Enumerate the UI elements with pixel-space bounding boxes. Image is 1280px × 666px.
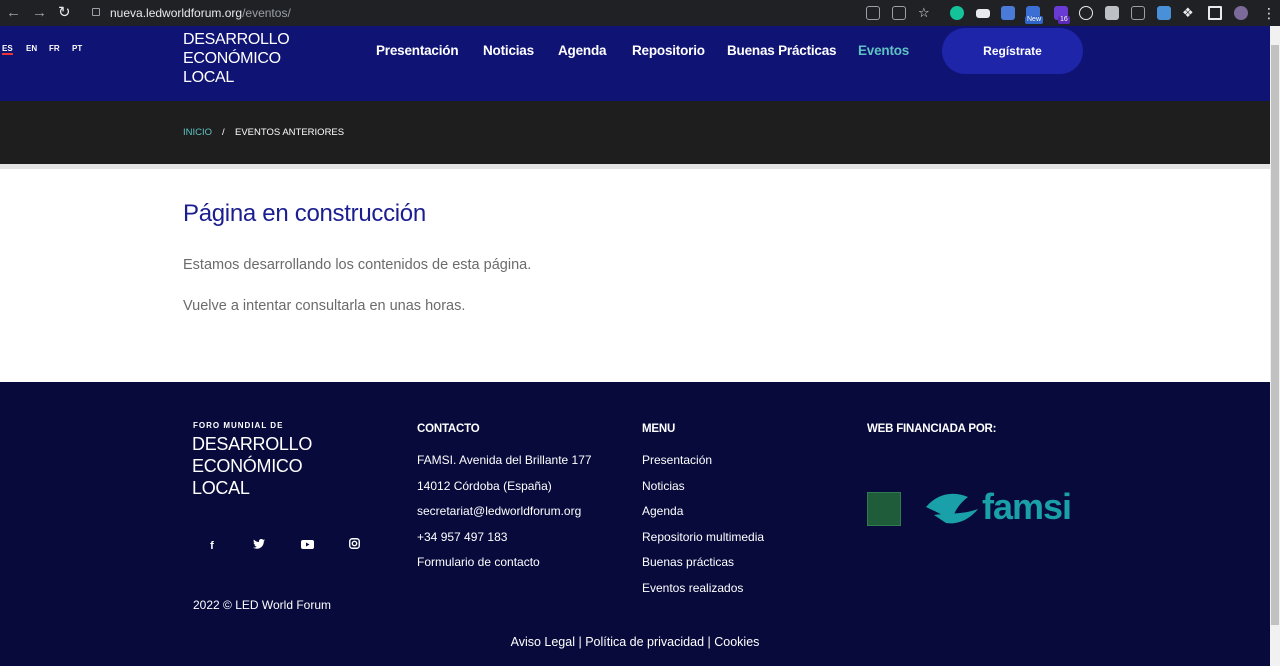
contact-heading: CONTACTO — [417, 423, 480, 435]
footer-logo[interactable]: DESARROLLO ECONÓMICO LOCAL — [192, 433, 312, 499]
legal-separator: | — [707, 635, 711, 649]
sidepanel-icon[interactable] — [1208, 6, 1222, 20]
funded-heading: WEB FINANCIADA POR: — [867, 423, 997, 435]
contact-phone[interactable]: +34 957 497 183 — [417, 530, 507, 544]
nav-repositorio[interactable]: Repositorio — [632, 43, 705, 58]
legal-link-aviso[interactable]: Aviso Legal — [511, 635, 575, 649]
address-bar[interactable]: nueva.ledworldforum.org/eventos/ — [110, 6, 291, 20]
grammarly-icon[interactable] — [950, 6, 964, 20]
facebook-icon[interactable]: f — [204, 538, 220, 554]
diputacion-sevilla-logo[interactable] — [867, 492, 901, 526]
lang-pt[interactable]: PT — [72, 44, 82, 53]
nav-agenda[interactable]: Agenda — [558, 43, 607, 58]
logo-line: LOCAL — [192, 478, 250, 498]
register-button[interactable]: Regístrate — [942, 28, 1083, 74]
divider — [0, 164, 1270, 169]
url-path: /eventos/ — [242, 6, 291, 20]
site-header: ES EN FR PT DESARROLLO ECONÓMICO LOCAL P… — [0, 26, 1270, 101]
legal-link-cookies[interactable]: Cookies — [714, 635, 759, 649]
breadcrumb: INICIO / EVENTOS ANTERIORES — [0, 101, 1270, 164]
reload-icon[interactable]: ↻ — [58, 4, 71, 22]
lang-en[interactable]: EN — [26, 44, 37, 53]
paragraph: Vuelve a intentar consultarla en unas ho… — [183, 298, 466, 314]
extension-icon[interactable] — [1157, 6, 1171, 20]
breadcrumb-current: EVENTOS ANTERIORES — [235, 127, 345, 138]
page-title: Página en construcción — [183, 200, 426, 227]
logo-line: ECONÓMICO — [192, 456, 303, 476]
legal-link-privacidad[interactable]: Política de privacidad — [585, 635, 704, 649]
breadcrumb-home[interactable]: INICIO — [183, 127, 212, 138]
footer-link-agenda[interactable]: Agenda — [642, 504, 683, 518]
logo-line: DESARROLLO — [183, 31, 290, 48]
legal-separator: | — [578, 635, 582, 649]
footer-link-presentacion[interactable]: Presentación — [642, 453, 712, 467]
contact-city: 14012 Córdoba (España) — [417, 479, 552, 493]
new-badge: New — [1025, 16, 1044, 24]
camera-icon[interactable] — [1105, 6, 1119, 20]
logo-line: LOCAL — [183, 69, 234, 86]
site-logo[interactable]: DESARROLLO ECONÓMICO LOCAL — [183, 30, 290, 87]
site-footer: FORO MUNDIAL DE DESARROLLO ECONÓMICO LOC… — [0, 382, 1270, 666]
contact-address: FAMSI. Avenida del Brillante 177 — [417, 453, 592, 467]
scrollbar-thumb[interactable] — [1271, 45, 1279, 625]
footer-link-buenas-practicas[interactable]: Buenas prácticas — [642, 555, 734, 569]
translate-icon[interactable] — [866, 6, 880, 20]
nav-noticias[interactable]: Noticias — [483, 43, 534, 58]
famsi-bird-icon — [926, 493, 978, 524]
count-badge: 16 — [1058, 16, 1070, 24]
contact-form-link[interactable]: Formulario de contacto — [417, 555, 540, 569]
logo-line: ECONÓMICO — [183, 50, 281, 67]
nav-eventos[interactable]: Eventos — [858, 43, 909, 58]
nav-presentacion[interactable]: Presentación — [376, 43, 459, 58]
youtube-icon[interactable] — [299, 538, 315, 554]
extension-icon[interactable] — [976, 9, 990, 18]
nav-buenas-practicas[interactable]: Buenas Prácticas — [727, 43, 837, 58]
footer-link-repositorio[interactable]: Repositorio multimedia — [642, 530, 764, 544]
paragraph: Estamos desarrollando los contenidos de … — [183, 257, 532, 273]
famsi-logo[interactable]: famsi — [982, 486, 1072, 528]
copyright: 2022 © LED World Forum — [193, 598, 332, 612]
logo-line: DESARROLLO — [192, 434, 313, 454]
twitter-icon[interactable] — [251, 538, 267, 554]
footer-link-eventos[interactable]: Eventos realizados — [642, 581, 743, 595]
menu-heading: MENU — [642, 423, 676, 435]
share-icon[interactable] — [892, 6, 906, 20]
contact-email[interactable]: secretariat@ledworldforum.org — [417, 504, 581, 518]
lang-es[interactable]: ES — [2, 44, 13, 55]
breadcrumb-separator: / — [222, 127, 225, 138]
more-menu-icon[interactable]: ⋮ — [1262, 4, 1276, 22]
url-host: nueva.ledworldforum.org — [110, 6, 243, 20]
footer-link-noticias[interactable]: Noticias — [642, 479, 685, 493]
profile-avatar-icon[interactable] — [1234, 6, 1248, 20]
globe-icon[interactable] — [1079, 6, 1093, 20]
puzzle-icon[interactable]: ❖ — [1182, 6, 1196, 20]
bookmark-star-icon[interactable]: ☆ — [918, 6, 932, 20]
browser-toolbar: ← → ↻ nueva.ledworldforum.org/eventos/ ☆… — [0, 0, 1280, 26]
legal-links: Aviso Legal | Política de privacidad | C… — [0, 635, 1270, 649]
lock-icon — [92, 8, 100, 16]
footer-logo-caption: FORO MUNDIAL DE — [193, 421, 284, 430]
recycle-icon[interactable] — [1131, 6, 1145, 20]
instagram-icon[interactable] — [346, 538, 362, 554]
forward-icon[interactable]: → — [32, 4, 47, 22]
extension-icon[interactable] — [1001, 6, 1015, 20]
lang-fr[interactable]: FR — [49, 44, 60, 53]
back-icon[interactable]: ← — [6, 4, 21, 22]
